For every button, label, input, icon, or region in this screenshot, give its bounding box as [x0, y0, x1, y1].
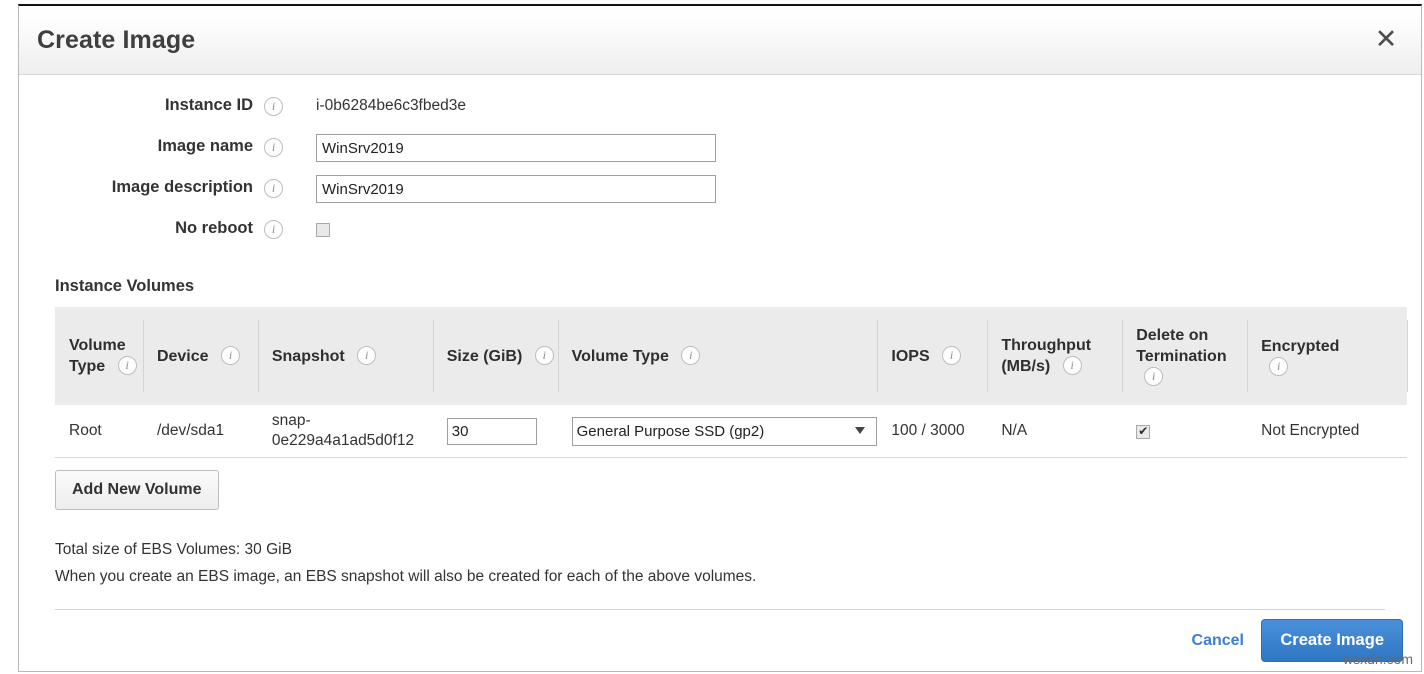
cell-iops: 100 / 3000: [877, 422, 987, 440]
volume-type-select[interactable]: General Purpose SSD (gp2): [572, 417, 877, 446]
no-reboot-checkbox[interactable]: [316, 223, 330, 237]
cell-throughput: N/A: [987, 422, 1122, 440]
column-header-label: Throughput: [1001, 337, 1091, 354]
cell-volume-type: General Purpose SSD (gp2): [558, 417, 878, 446]
form-row-image-description: Image description: [19, 173, 1421, 214]
instance-volumes-table: Volume Type Device Snapshot: [55, 307, 1407, 458]
snapshot-note: When you create an EBS image, an EBS sna…: [55, 563, 1421, 590]
column-header-label: Snapshot: [272, 348, 345, 365]
add-new-volume-button[interactable]: Add New Volume: [55, 470, 219, 510]
close-icon[interactable]: ✕: [1369, 23, 1403, 57]
column-header-encrypted: Encrypted: [1247, 307, 1407, 405]
create-image-dialog: Create Image ✕ Instance ID i-0b6284be6c3…: [18, 4, 1422, 672]
cell-device: /dev/sda1: [143, 422, 258, 440]
dialog-header: Create Image ✕: [19, 6, 1421, 75]
info-icon[interactable]: [1144, 367, 1163, 386]
cell-encrypted: Not Encrypted: [1247, 422, 1407, 440]
column-header-iops: IOPS: [877, 307, 987, 405]
instance-id-value-area: i-0b6284be6c3fbed3e: [316, 91, 466, 115]
instance-id-value: i-0b6284be6c3fbed3e: [316, 93, 466, 115]
info-icon[interactable]: [1269, 357, 1288, 376]
info-icon[interactable]: [535, 346, 554, 365]
image-description-input[interactable]: [316, 175, 716, 203]
cell-volume-type-root: Root: [55, 422, 143, 440]
image-description-field-area: [316, 173, 716, 203]
cancel-button[interactable]: Cancel: [1192, 632, 1244, 650]
dialog-body: Instance ID i-0b6284be6c3fbed3e Image na…: [19, 91, 1421, 672]
column-header-label-2: (MB/s): [1001, 358, 1050, 375]
column-header-label: Device: [157, 348, 209, 365]
info-icon[interactable]: [1063, 356, 1082, 375]
dialog-title: Create Image: [37, 26, 195, 55]
image-name-input[interactable]: [316, 134, 716, 162]
column-header-label: IOPS: [891, 348, 929, 365]
column-header-size: Size (GiB): [433, 307, 558, 405]
column-header-volume-type-root: Volume Type: [55, 307, 143, 405]
cell-size: [433, 418, 558, 445]
column-header-label: Volume Type: [572, 348, 669, 365]
column-header-label: Encrypted: [1261, 338, 1339, 355]
info-icon[interactable]: [221, 346, 240, 365]
column-header-label: Volume Type: [69, 337, 126, 375]
table-row: Root /dev/sda1 snap-0e229a4a1ad5d0f12 Ge…: [55, 405, 1407, 458]
info-icon[interactable]: [264, 138, 283, 157]
form-row-instance-id: Instance ID i-0b6284be6c3fbed3e: [19, 91, 1421, 132]
column-header-label: Size (GiB): [447, 348, 523, 365]
column-header-throughput: Throughput (MB/s): [987, 307, 1122, 405]
cell-snapshot-value: snap-0e229a4a1ad5d0f12: [272, 411, 433, 451]
column-header-snapshot: Snapshot: [258, 307, 433, 405]
delete-on-termination-checkbox[interactable]: [1136, 425, 1150, 439]
form-row-image-name: Image name: [19, 132, 1421, 173]
column-header-device: Device: [143, 307, 258, 405]
volume-type-select-wrap: General Purpose SSD (gp2): [572, 417, 877, 446]
form-row-no-reboot: No reboot: [19, 214, 1421, 255]
table-header-row: Volume Type Device Snapshot: [55, 307, 1407, 405]
info-icon[interactable]: [264, 220, 283, 239]
column-header-label: Delete on: [1136, 327, 1208, 344]
cell-delete-on-termination: [1122, 418, 1247, 444]
info-icon[interactable]: [942, 346, 961, 365]
column-header-label-2: Termination: [1136, 348, 1226, 365]
image-form: Instance ID i-0b6284be6c3fbed3e Image na…: [19, 91, 1421, 255]
instance-id-label: Instance ID: [19, 91, 253, 115]
info-icon[interactable]: [264, 179, 283, 198]
image-name-label: Image name: [19, 132, 253, 156]
watermark: wsxdn.com: [1343, 651, 1413, 667]
image-description-label: Image description: [19, 173, 253, 197]
info-icon[interactable]: [118, 356, 137, 375]
column-header-delete-on-termination: Delete on Termination: [1122, 307, 1247, 405]
instance-volumes-title: Instance Volumes: [55, 277, 1421, 296]
total-size-note: Total size of EBS Volumes: 30 GiB: [55, 536, 1421, 563]
cell-snapshot: snap-0e229a4a1ad5d0f12: [258, 411, 433, 451]
no-reboot-field-area: [316, 214, 330, 242]
column-header-volume-type: Volume Type: [558, 307, 878, 405]
no-reboot-label: No reboot: [19, 214, 253, 238]
info-icon[interactable]: [357, 346, 376, 365]
image-name-field-area: [316, 132, 716, 162]
info-icon[interactable]: [264, 97, 283, 116]
info-icon[interactable]: [681, 346, 700, 365]
dialog-footer: Cancel Create Image: [19, 610, 1421, 672]
size-input[interactable]: [447, 418, 537, 445]
